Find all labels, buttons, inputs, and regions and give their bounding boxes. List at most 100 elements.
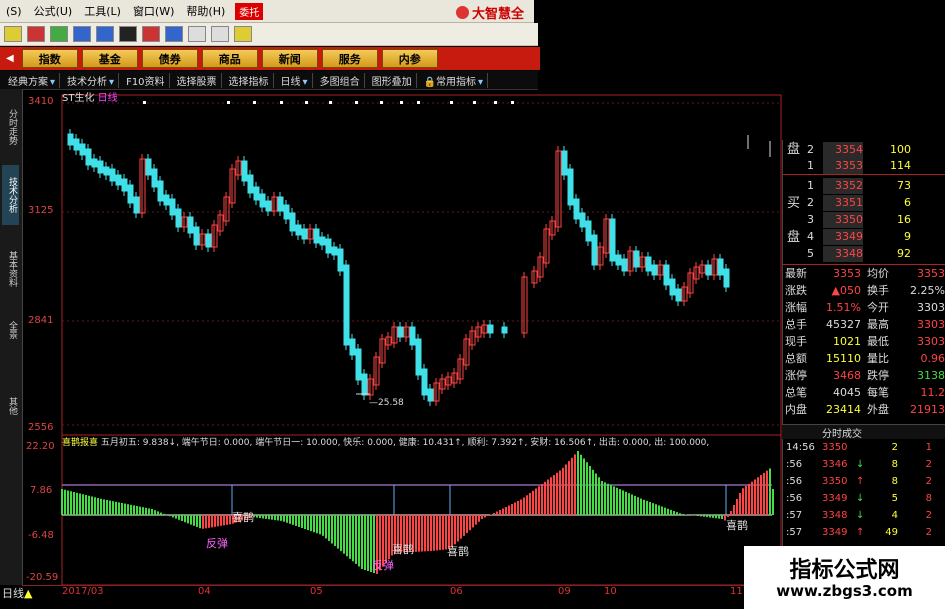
- candle-body: [501, 326, 508, 334]
- grid-icon[interactable]: [211, 26, 229, 42]
- signal-label: 喜鹊: [726, 518, 748, 532]
- search-icon[interactable]: [119, 26, 137, 42]
- category-index-button[interactable]: 指数: [21, 49, 78, 68]
- candle-body: [579, 212, 586, 228]
- entrust-button[interactable]: 委托: [235, 2, 264, 20]
- tick-count: 2: [925, 459, 932, 470]
- bid-price[interactable]: 3352: [823, 178, 863, 194]
- quote-value: 3138: [917, 369, 945, 382]
- toolbar-classic-scheme[interactable]: 经典方案 ▾: [4, 72, 61, 88]
- tick-count: 2: [925, 476, 932, 487]
- back-icon[interactable]: [73, 26, 91, 42]
- menu-item-formula[interactable]: 公式(U): [28, 3, 79, 19]
- y-tick-label: 2841: [28, 315, 54, 326]
- category-service-button[interactable]: 服务: [321, 49, 378, 68]
- candle-body: [301, 228, 308, 240]
- quote-value: 21913: [910, 403, 945, 416]
- menu-item-window[interactable]: 窗口(W): [127, 3, 180, 19]
- candle-body: [145, 158, 152, 176]
- quote-label: 涨停: [785, 369, 807, 382]
- toolbar-common-indicator[interactable]: 🔒常用指标 ▾: [420, 72, 489, 88]
- period-switch-label: 日线: [2, 587, 24, 600]
- chart-icon[interactable]: [50, 26, 68, 42]
- toolbar-overlay[interactable]: 图形叠加: [368, 72, 417, 88]
- bid-volume: 16: [897, 213, 911, 226]
- tick-panel-title: 分时成交: [822, 429, 862, 440]
- top-marker: [355, 101, 358, 104]
- toolbar-select-indicator[interactable]: 选择指标: [225, 72, 274, 88]
- candle-body: [121, 178, 128, 192]
- menu-item-file[interactable]: (S): [0, 5, 28, 18]
- ask-price[interactable]: 3353: [823, 158, 863, 174]
- top-marker: [380, 101, 383, 104]
- zoom-in-icon[interactable]: [142, 26, 160, 42]
- bid-price[interactable]: 3349: [823, 229, 863, 245]
- bid-level: 5: [807, 247, 814, 260]
- toolbar-multi-chart[interactable]: 多图组合: [316, 72, 365, 88]
- print-icon[interactable]: [188, 26, 206, 42]
- candle-body: [169, 198, 176, 216]
- menu-item-tools[interactable]: 工具(L): [78, 3, 127, 19]
- candle-body: [663, 264, 670, 286]
- candle-body: [651, 264, 658, 276]
- x-date-label: 04: [198, 586, 211, 597]
- candle-body: [415, 338, 422, 376]
- chevron-left-icon[interactable]: ◀: [6, 53, 14, 64]
- tick-time: :56: [786, 459, 803, 470]
- zoom-out-icon[interactable]: [165, 26, 183, 42]
- forward-icon[interactable]: [96, 26, 114, 42]
- tick-volume: 8: [891, 476, 898, 487]
- indicator-pane-border: [61, 434, 782, 585]
- dropdown-icon: ▾: [50, 76, 56, 88]
- help-icon[interactable]: [234, 26, 252, 42]
- tab-panorama[interactable]: 全景: [2, 313, 19, 347]
- refresh-icon[interactable]: [27, 26, 45, 42]
- quote-label: 量比: [867, 352, 889, 365]
- top-marker: [400, 101, 403, 104]
- y-tick-label: 3125: [28, 205, 54, 216]
- tick-price: 3350: [822, 442, 848, 453]
- tick-volume: 49: [885, 527, 898, 538]
- keyboard-icon[interactable]: [4, 26, 22, 42]
- toolbar-period[interactable]: 日线 ▾: [277, 72, 313, 88]
- category-commodity-button[interactable]: 商品: [201, 49, 258, 68]
- tab-fundamentals[interactable]: 基本资料: [2, 239, 19, 299]
- tab-intraday[interactable]: 分时走势: [2, 97, 19, 157]
- quote-value: 3303: [917, 318, 945, 331]
- bid-volume: 6: [904, 196, 911, 209]
- chart-area[interactable]: —25.58 喜鹊 反弹 喜鹊 反弹 喜鹊 喜鹊: [22, 89, 782, 585]
- tab-tech-analysis[interactable]: 技术分析: [2, 165, 19, 225]
- candle-body: [487, 324, 494, 334]
- quote-label: 总手: [785, 318, 807, 331]
- toolbar-tech-analysis[interactable]: 技术分析 ▾: [63, 72, 120, 88]
- quote-label: 最高: [867, 318, 889, 331]
- candle-body: [73, 138, 80, 151]
- tick-volume: 5: [891, 493, 898, 504]
- menu-item-help[interactable]: 帮助(H): [180, 3, 231, 19]
- candle-body: [115, 174, 122, 186]
- category-insider-button[interactable]: 内参: [381, 49, 438, 68]
- ask-price[interactable]: 3354: [823, 142, 863, 158]
- candle-body: [193, 226, 200, 246]
- quote-label: 总额: [785, 352, 807, 365]
- tick-panel-header[interactable]: 分时成交: [782, 424, 945, 440]
- candle-body: [79, 143, 86, 156]
- category-news-button[interactable]: 新闻: [261, 49, 318, 68]
- candle-body: [67, 133, 74, 146]
- bid-price[interactable]: 3351: [823, 195, 863, 211]
- bid-price[interactable]: 3350: [823, 212, 863, 228]
- candle-body: [91, 158, 98, 168]
- candle-body: [397, 326, 404, 338]
- period-switch[interactable]: 日线▲: [2, 585, 32, 601]
- quote-label: 现手: [785, 335, 807, 348]
- bid-volume: 9: [904, 230, 911, 243]
- toolbar-select-stock[interactable]: 选择股票: [173, 72, 222, 88]
- top-marker: [305, 101, 308, 104]
- indicator-readout: 喜鹊报喜 五月初五: 9.838↓, 端午节日: 0.000, 端午节日一: 1…: [62, 435, 709, 448]
- tab-other[interactable]: 其他: [2, 389, 19, 423]
- toolbar-f10[interactable]: F10资料: [122, 72, 170, 88]
- bid-price[interactable]: 3348: [823, 246, 863, 262]
- category-bond-button[interactable]: 债券: [141, 49, 198, 68]
- candle-body: [561, 150, 568, 176]
- category-fund-button[interactable]: 基金: [81, 49, 138, 68]
